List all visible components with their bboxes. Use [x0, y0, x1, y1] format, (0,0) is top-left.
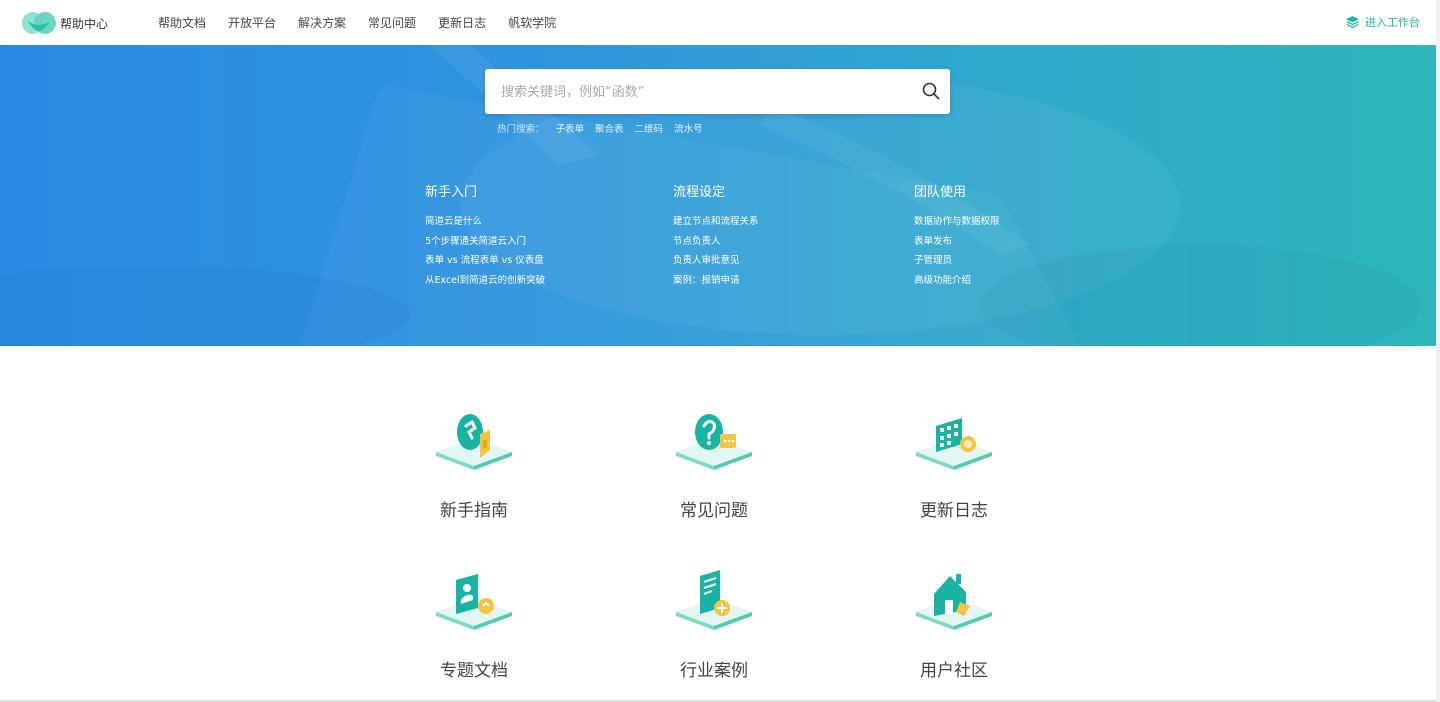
hero-banner: 热门搜索： 子表单 聚合表 二维码 流水号 新手入门 简道云是什么 5个步骤通关…: [0, 45, 1436, 346]
nav-item-open-platform[interactable]: 开放平台: [228, 14, 276, 31]
column-link[interactable]: 数据协作与数据权限: [914, 212, 1000, 232]
main-nav: 帮助文档 开放平台 解决方案 常见问题 更新日志 帆软学院: [158, 0, 578, 45]
card-label: 新手指南: [440, 501, 508, 521]
card-user-community[interactable]: 用户社区: [894, 568, 1014, 681]
hot-search-keyword[interactable]: 子表单: [556, 121, 585, 135]
nav-item-help-docs[interactable]: 帮助文档: [158, 14, 206, 31]
hot-search-label: 热门搜索：: [497, 124, 545, 135]
enter-workbench-button[interactable]: 进入工作台: [1346, 14, 1420, 30]
column-title: 流程设定: [673, 185, 726, 200]
card-label: 更新日志: [920, 501, 988, 521]
search-input[interactable]: [499, 69, 913, 116]
card-faq[interactable]: 常见问题: [654, 408, 774, 521]
column-title: 团队使用: [914, 185, 967, 200]
guide-icon: [436, 414, 512, 470]
column-link[interactable]: 5个步骤通关简道云入门: [425, 232, 545, 252]
layers-icon: [1346, 16, 1359, 28]
page-scrollbar[interactable]: [1436, 0, 1440, 702]
card-label: 行业案例: [680, 661, 748, 681]
faq-icon: [676, 414, 752, 470]
workbench-label: 进入工作台: [1365, 16, 1420, 29]
column-link[interactable]: 高级功能介绍: [914, 271, 1000, 291]
column-link[interactable]: 案例：报销申请: [673, 271, 759, 291]
card-label: 专题文档: [440, 661, 508, 681]
nav-item-solutions[interactable]: 解决方案: [298, 14, 346, 31]
column-link[interactable]: 子管理员: [914, 251, 1000, 271]
hot-search-keyword[interactable]: 流水号: [674, 121, 703, 135]
top-header: 帮助中心 帮助文档 开放平台 解决方案 常见问题 更新日志 帆软学院 进入工作台: [0, 0, 1436, 46]
logo-icon: [22, 12, 56, 34]
nav-item-academy[interactable]: 帆软学院: [508, 14, 556, 31]
nav-item-faq[interactable]: 常见问题: [368, 14, 416, 31]
column-link[interactable]: 建立节点和流程关系: [673, 212, 759, 232]
column-workflow: 流程设定 建立节点和流程关系 节点负责人 负责人审批意见 案例：报销申请: [673, 181, 759, 290]
card-label: 用户社区: [920, 661, 988, 681]
calendar-icon: [916, 418, 992, 470]
hot-searches: 热门搜索： 子表单 聚合表 二维码 流水号: [497, 121, 714, 135]
search-box: [485, 69, 950, 116]
column-link[interactable]: 负责人审批意见: [673, 251, 759, 271]
card-topic-docs[interactable]: 专题文档: [414, 568, 534, 681]
card-changelog[interactable]: 更新日志: [894, 408, 1014, 521]
column-link[interactable]: 节点负责人: [673, 232, 759, 252]
column-link[interactable]: 简道云是什么: [425, 212, 545, 232]
logo[interactable]: 帮助中心: [22, 11, 108, 35]
nav-item-changelog[interactable]: 更新日志: [438, 14, 486, 31]
logo-text: 帮助中心: [60, 16, 109, 31]
hot-search-keyword[interactable]: 二维码: [635, 121, 664, 135]
column-getting-started: 新手入门 简道云是什么 5个步骤通关简道云入门 表单 vs 流程表单 vs 仪表…: [425, 181, 545, 290]
column-team: 团队使用 数据协作与数据权限 表单发布 子管理员 高级功能介绍: [914, 181, 1000, 290]
community-icon: [916, 574, 992, 630]
card-beginner-guide[interactable]: 新手指南: [414, 408, 534, 521]
card-industry-cases[interactable]: 行业案例: [654, 568, 774, 681]
search-icon[interactable]: [922, 82, 940, 100]
column-link[interactable]: 从Excel到简道云的创新突破: [425, 271, 545, 291]
column-link[interactable]: 表单 vs 流程表单 vs 仪表盘: [425, 251, 545, 271]
card-label: 常见问题: [680, 501, 748, 521]
column-title: 新手入门: [425, 185, 478, 200]
hot-search-keyword[interactable]: 聚合表: [595, 121, 624, 135]
column-link[interactable]: 表单发布: [914, 232, 1000, 252]
case-icon: [676, 570, 752, 630]
document-icon: [436, 574, 512, 630]
